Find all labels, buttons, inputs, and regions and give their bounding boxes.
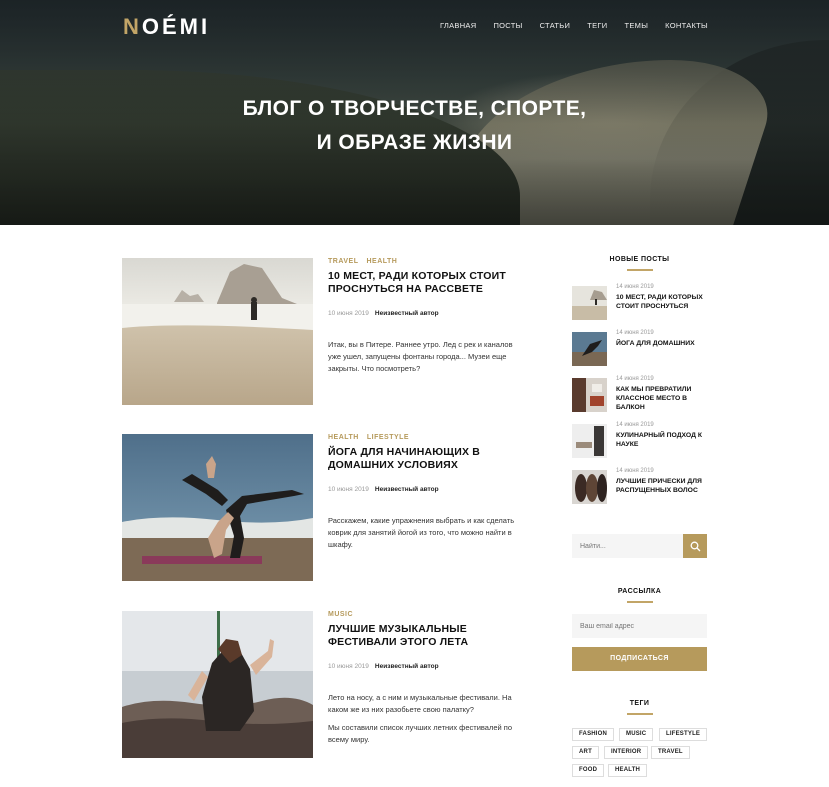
tags-widget: ТЕГИ [572, 700, 707, 715]
tag-music[interactable]: MUSIC [619, 728, 654, 741]
nav-item-home[interactable]: ГЛАВНАЯ [440, 21, 477, 30]
post-card: MUSIC ЛУЧШИЕ МУЗЫКАЛЬНЫЕ ФЕСТИВАЛИ ЭТОГО… [122, 611, 517, 758]
search-box [572, 534, 707, 558]
post-title[interactable]: ЙОГА ДЛЯ НАЧИНАЮЩИХ В ДОМАШНИХ УСЛОВИЯХ [328, 446, 518, 472]
post-date: 10 июня 2019 [328, 310, 369, 317]
newsletter-widget: РАССЫЛКА [572, 588, 707, 603]
recent-post-title[interactable]: КАК МЫ ПРЕВРАТИЛИ КЛАССНОЕ МЕСТО В БАЛКО… [616, 385, 711, 412]
recent-post-thumb[interactable] [572, 286, 607, 320]
heading-divider [626, 269, 653, 271]
tag-lifestyle[interactable]: LIFESTYLE [659, 728, 708, 741]
nav-item-topics[interactable]: ТЕМЫ [624, 21, 648, 30]
post-categories: HEALTH LIFESTYLE [328, 434, 518, 441]
recent-post-title[interactable]: ЛУЧШИЕ ПРИЧЕСКИ ДЛЯ РАСПУЩЕННЫХ ВОЛОС [616, 477, 711, 495]
category-link[interactable]: HEALTH [366, 258, 397, 265]
post-byline: 10 июня 2019 Неизвестный автор [328, 310, 518, 317]
post-byline: 10 июня 2019 Неизвестный автор [328, 486, 518, 493]
post-excerpt: Лето на носу, а с ним и музыкальные фест… [328, 693, 512, 714]
post-card: HEALTH LIFESTYLE ЙОГА ДЛЯ НАЧИНАЮЩИХ В Д… [122, 434, 517, 581]
subscribe-button[interactable]: ПОДПИСАТЬСЯ [572, 647, 707, 671]
recent-post-date: 14 июня 2019 [616, 468, 654, 474]
post-image-yoga[interactable] [122, 434, 313, 581]
recent-post-title[interactable]: КУЛИНАРНЫЙ ПОДХОД К НАУКЕ [616, 431, 711, 449]
post-card: TRAVEL HEALTH 10 МЕСТ, РАДИ КОТОРЫХ СТОИ… [122, 258, 517, 405]
nav-item-posts[interactable]: ПОСТЫ [493, 21, 522, 30]
search-button[interactable] [683, 534, 707, 558]
hero-banner: NOÉMI ГЛАВНАЯ ПОСТЫ СТАТЬИ ТЕГИ ТЕМЫ КОН… [0, 0, 829, 225]
recent-post-thumb[interactable] [572, 378, 607, 412]
post-date: 10 июня 2019 [328, 663, 369, 670]
post-meta: HEALTH LIFESTYLE ЙОГА ДЛЯ НАЧИНАЮЩИХ В Д… [328, 434, 518, 551]
recent-post-date: 14 июня 2019 [616, 284, 654, 290]
recent-post-title[interactable]: 10 МЕСТ, РАДИ КОТОРЫХ СТОИТ ПРОСНУТЬСЯ [616, 293, 711, 311]
nav-item-tags[interactable]: ТЕГИ [587, 21, 607, 30]
post-byline: 10 июня 2019 Неизвестный автор [328, 663, 518, 670]
main-nav: ГЛАВНАЯ ПОСТЫ СТАТЬИ ТЕГИ ТЕМЫ КОНТАКТЫ [440, 21, 708, 30]
post-title[interactable]: ЛУЧШИЕ МУЗЫКАЛЬНЫЕ ФЕСТИВАЛИ ЭТОГО ЛЕТА [328, 623, 518, 649]
post-title[interactable]: 10 МЕСТ, РАДИ КОТОРЫХ СТОИТ ПРОСНУТЬСЯ Н… [328, 270, 518, 296]
post-image-beach[interactable] [122, 258, 313, 405]
tag-food[interactable]: FOOD [572, 764, 605, 777]
recent-post-date: 14 июня 2019 [616, 376, 654, 382]
widget-heading: НОВЫЕ ПОСТЫ [609, 256, 670, 263]
post-categories: TRAVEL HEALTH [328, 258, 518, 265]
post-meta: MUSIC ЛУЧШИЕ МУЗЫКАЛЬНЫЕ ФЕСТИВАЛИ ЭТОГО… [328, 611, 518, 746]
post-excerpt: Расскажем, какие упражнения выбрать и ка… [328, 516, 515, 549]
widget-heading: ТЕГИ [629, 700, 650, 707]
site-logo[interactable]: NOÉMI [123, 14, 210, 40]
category-link[interactable]: HEALTH [328, 434, 359, 441]
recent-post-item[interactable]: 14 июня 2019 10 МЕСТ, РАДИ КОТОРЫХ СТОИТ… [572, 284, 707, 320]
tag-fashion[interactable]: FASHION [572, 728, 615, 741]
recent-post-date: 14 июня 2019 [616, 330, 654, 336]
tag-interior[interactable]: INTERIOR [604, 746, 649, 759]
recent-post-item[interactable]: 14 июня 2019 КАК МЫ ПРЕВРАТИЛИ КЛАССНОЕ … [572, 376, 707, 412]
recent-posts-widget: НОВЫЕ ПОСТЫ [572, 256, 707, 271]
post-author[interactable]: Неизвестный автор [375, 663, 439, 670]
recent-post-thumb[interactable] [572, 470, 607, 504]
post-image-festival[interactable] [122, 611, 313, 758]
post-author[interactable]: Неизвестный автор [375, 310, 439, 317]
recent-post-item[interactable]: 14 июня 2019 ЙОГА ДЛЯ ДОМАШНИХ [572, 330, 707, 366]
nav-item-articles[interactable]: СТАТЬИ [540, 21, 571, 30]
post-date: 10 июня 2019 [328, 486, 369, 493]
tag-art[interactable]: ART [572, 746, 599, 759]
category-link[interactable]: TRAVEL [328, 258, 358, 265]
recent-post-thumb[interactable] [572, 424, 607, 458]
recent-post-item[interactable]: 14 июня 2019 ЛУЧШИЕ ПРИЧЕСКИ ДЛЯ РАСПУЩЕ… [572, 468, 707, 504]
email-field[interactable] [572, 614, 707, 638]
heading-divider [626, 601, 653, 603]
post-excerpt-2: Мы составили список лучших летних фестив… [328, 723, 513, 744]
heading-divider [626, 713, 653, 715]
search-input[interactable] [572, 534, 682, 558]
hero-title: БЛОГ О ТВОРЧЕСТВЕ, СПОРТЕ, И ОБРАЗЕ ЖИЗН… [242, 97, 587, 154]
recent-post-thumb[interactable] [572, 332, 607, 366]
category-link[interactable]: LIFESTYLE [367, 434, 409, 441]
post-excerpt: Итак, вы в Питере. Раннее утро. Лед с ре… [328, 340, 513, 373]
recent-post-date: 14 июня 2019 [616, 422, 654, 428]
post-meta: TRAVEL HEALTH 10 МЕСТ, РАДИ КОТОРЫХ СТОИ… [328, 258, 518, 375]
post-categories: MUSIC [328, 611, 518, 618]
nav-item-contacts[interactable]: КОНТАКТЫ [665, 21, 708, 30]
recent-post-title[interactable]: ЙОГА ДЛЯ ДОМАШНИХ [616, 339, 711, 348]
tag-travel[interactable]: TRAVEL [651, 746, 690, 759]
post-author[interactable]: Неизвестный автор [375, 486, 439, 493]
category-link[interactable]: MUSIC [328, 611, 353, 618]
widget-heading: РАССЫЛКА [617, 588, 662, 595]
search-icon [690, 541, 700, 551]
tag-health[interactable]: HEALTH [608, 764, 648, 777]
recent-post-item[interactable]: 14 июня 2019 КУЛИНАРНЫЙ ПОДХОД К НАУКЕ [572, 422, 707, 458]
